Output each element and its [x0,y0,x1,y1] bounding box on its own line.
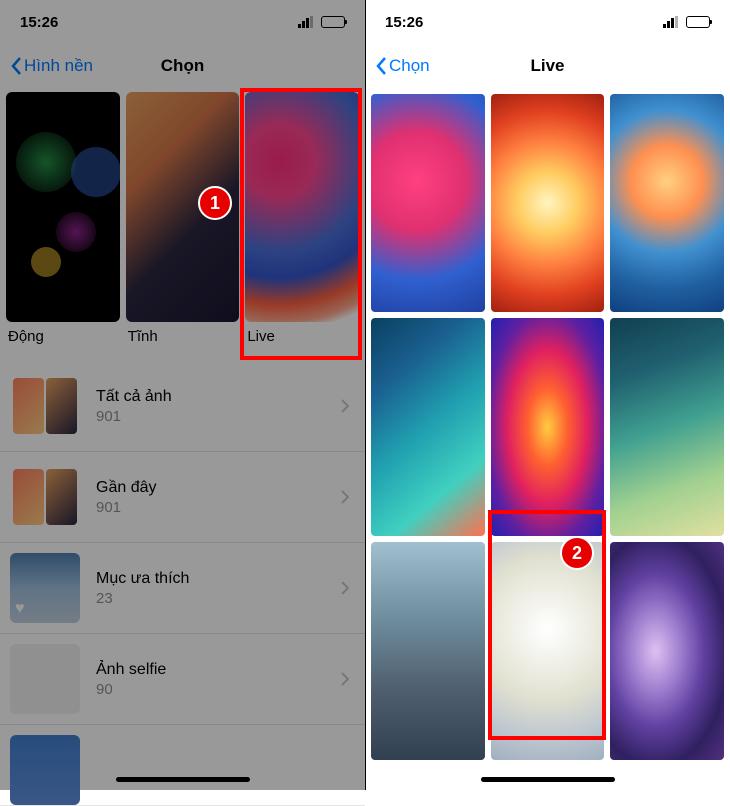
album-name: Ảnh selfie [96,661,325,679]
signal-icon [298,16,316,28]
category-live[interactable]: Live [245,92,359,351]
category-label: Động [6,322,120,351]
chevron-right-icon [341,672,349,686]
category-label: Tĩnh [126,322,240,351]
album-recent[interactable]: Gần đây 901 [0,452,365,543]
battery-icon [321,16,345,28]
wallpaper-grid [365,88,730,766]
home-indicator[interactable] [116,777,250,782]
chevron-left-icon [10,56,22,76]
wallpaper-item[interactable] [610,542,724,760]
wallpaper-item[interactable] [371,542,485,760]
back-label: Chọn [389,56,430,76]
album-thumb: ♥ [10,553,80,623]
wallpaper-item[interactable] [371,318,485,536]
page-title: Chọn [161,56,204,76]
status-icons [298,16,345,28]
page-title: Live [530,56,564,76]
album-thumb [10,735,80,805]
album-all-photos[interactable]: Tất cả ảnh 901 [0,361,365,452]
navigation-bar: Chọn Live [365,44,730,88]
album-name: Tất cả ảnh [96,388,325,406]
home-indicator[interactable] [481,777,615,782]
wallpaper-item[interactable] [491,318,605,536]
album-live-photos[interactable] [0,725,365,806]
wallpaper-categories: Động Tĩnh Live [0,92,365,351]
album-thumb [10,371,80,441]
album-list: Tất cả ảnh 901 Gần đây 901 ♥ Mục ưa thíc… [0,361,365,806]
album-thumb [10,462,80,532]
chevron-right-icon [341,399,349,413]
back-label: Hình nền [24,56,93,76]
screen-choose-wallpaper: 15:26 Hình nền Chọn Động Tĩnh [0,0,365,790]
battery-icon [686,16,710,28]
status-icons [663,16,710,28]
album-favorites[interactable]: ♥ Mục ưa thích 23 [0,543,365,634]
wallpaper-item[interactable] [491,94,605,312]
chevron-right-icon [341,490,349,504]
album-name: Gần đây [96,479,325,497]
status-bar: 15:26 [0,0,365,44]
status-bar: 15:26 [365,0,730,44]
category-thumb-live [245,92,359,322]
heart-icon: ♥ [15,600,25,618]
back-button[interactable]: Chọn [375,56,430,76]
category-static[interactable]: Tĩnh [126,92,240,351]
wallpaper-item[interactable] [371,94,485,312]
status-time: 15:26 [20,14,58,31]
wallpaper-item[interactable] [610,94,724,312]
screen-divider [365,0,366,790]
chevron-left-icon [375,56,387,76]
annotation-badge-1: 1 [198,186,232,220]
wallpaper-item-selected[interactable] [491,542,605,760]
category-thumb-dynamic [6,92,120,322]
category-dynamic[interactable]: Động [6,92,120,351]
album-count: 90 [96,681,325,698]
screen-live-wallpapers: 15:26 Chọn Live [365,0,730,790]
navigation-bar: Hình nền Chọn [0,44,365,88]
album-selfie[interactable]: Ảnh selfie 90 [0,634,365,725]
album-count: 901 [96,499,325,516]
signal-icon [663,16,681,28]
annotation-badge-2: 2 [560,536,594,570]
album-count: 901 [96,408,325,425]
category-label: Live [245,322,359,351]
album-thumb [10,644,80,714]
album-count: 23 [96,590,325,607]
chevron-right-icon [341,581,349,595]
back-button[interactable]: Hình nền [10,56,93,76]
status-time: 15:26 [385,14,423,31]
album-name: Mục ưa thích [96,570,325,588]
wallpaper-item[interactable] [610,318,724,536]
